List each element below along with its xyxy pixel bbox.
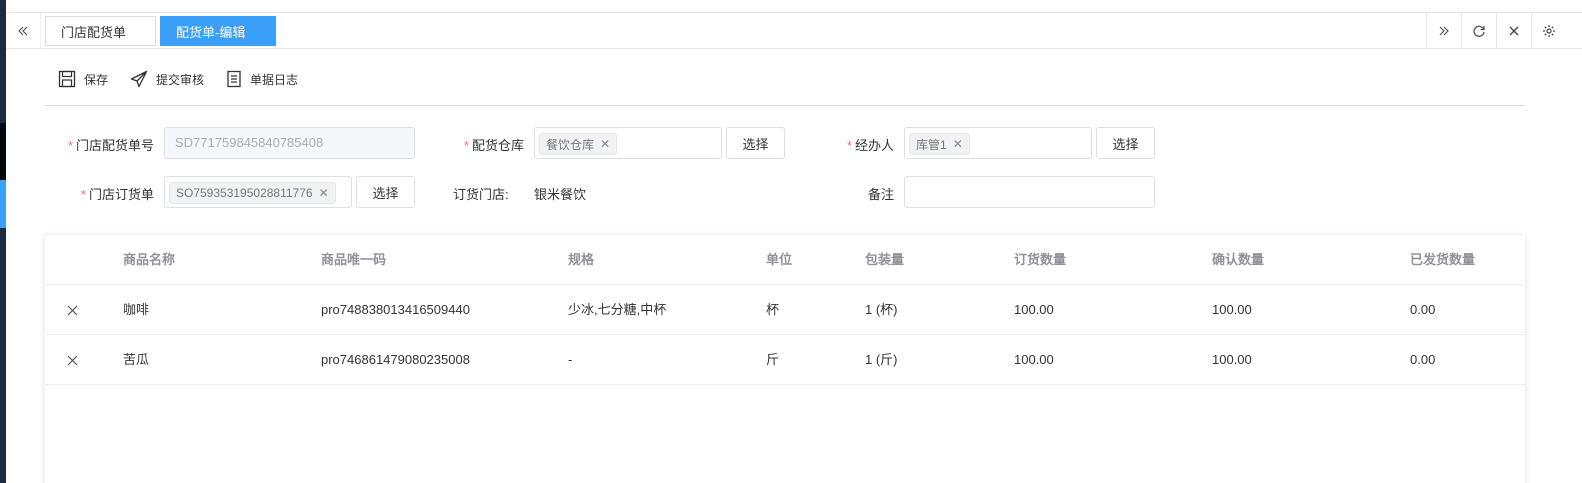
cell-confirm-qty: 100.00 (1212, 352, 1252, 367)
handler-tag-text: 库管1 (916, 137, 947, 152)
gear-icon (1543, 25, 1555, 37)
store-order-select-button[interactable]: 选择 (356, 176, 415, 208)
tab-bar: 门店配货单 配货单-编辑 (6, 13, 1582, 49)
action-toolbar: 保存 提交审核 单据日志 (58, 68, 320, 90)
remove-tag-icon[interactable]: ✕ (319, 186, 329, 200)
col-header-confirm-qty: 确认数量 (1212, 252, 1265, 267)
save-button[interactable]: 保存 (58, 70, 108, 88)
table-header: 商品名称 商品唯一码 规格 单位 包装量 订货数量 确认数量 已发货数量 (45, 235, 1525, 285)
remove-tag-icon[interactable]: ✕ (600, 137, 610, 151)
document-log-button[interactable]: 单据日志 (226, 70, 298, 88)
delete-row-button[interactable] (64, 302, 80, 318)
col-header-unit: 单位 (766, 252, 793, 267)
settings-button[interactable] (1531, 13, 1566, 49)
order-store-label: 订货门店: (453, 187, 509, 202)
table-row: 苦瓜 pro746861479080235008 - 斤 1 (斤) 100.0… (45, 335, 1525, 385)
cell-order-qty: 100.00 (1014, 302, 1054, 317)
cell-name: 咖啡 (123, 302, 150, 317)
document-icon (227, 70, 241, 88)
cell-order-qty: 100.00 (1014, 352, 1054, 367)
scroll-tabs-right-button[interactable] (1426, 13, 1461, 49)
order-store-value: 银米餐饮 (534, 187, 587, 202)
cell-code: pro746861479080235008 (321, 352, 470, 367)
warehouse-select-button[interactable]: 选择 (726, 127, 785, 159)
double-chevron-left-icon (18, 26, 28, 36)
cell-package: 1 (斤) (865, 352, 898, 367)
col-header-name: 商品名称 (123, 252, 176, 267)
store-order-field[interactable]: SO759353195028811776 ✕ (164, 176, 352, 208)
cell-unit: 杯 (766, 302, 780, 317)
handler-label-text: 经办人 (854, 138, 894, 153)
cell-spec: 少冰,七分糖,中杯 (568, 302, 667, 317)
submit-review-label: 提交审核 (156, 72, 205, 87)
remove-tag-icon[interactable]: ✕ (953, 137, 963, 151)
remark-label: 备注 (867, 187, 894, 202)
delete-row-button[interactable] (64, 352, 80, 368)
save-label: 保存 (84, 72, 109, 87)
cell-code: pro748838013416509440 (321, 302, 470, 317)
warehouse-label: * 配货仓库 (463, 138, 524, 153)
close-icon (67, 305, 77, 315)
goods-table: 商品名称 商品唯一码 规格 单位 包装量 订货数量 确认数量 已发货数量 咖啡 … (45, 235, 1525, 483)
warehouse-tag: 餐饮仓库 ✕ (539, 133, 618, 155)
sidebar-dark-segment (0, 123, 6, 180)
cell-package: 1 (杯) (865, 302, 898, 317)
store-order-label: * 门店订货单 (80, 187, 154, 202)
save-icon (58, 70, 76, 88)
col-header-order-qty: 订货数量 (1014, 252, 1067, 267)
col-header-code: 商品唯一码 (321, 252, 387, 267)
refresh-button[interactable] (1461, 13, 1496, 49)
double-chevron-right-icon (1439, 26, 1449, 36)
document-log-label: 单据日志 (250, 72, 299, 87)
close-icon (1509, 26, 1519, 36)
warehouse-label-text: 配货仓库 (471, 138, 524, 153)
warehouse-tag-text: 餐饮仓库 (546, 137, 595, 152)
cell-name: 苦瓜 (123, 352, 150, 367)
sidebar-strip (0, 0, 6, 483)
handler-select-button[interactable]: 选择 (1096, 127, 1155, 159)
cell-spec: - (568, 352, 573, 367)
cell-confirm-qty: 100.00 (1212, 302, 1252, 317)
order-no-label: * 门店配货单号 (67, 138, 154, 153)
col-header-shipped-qty: 已发货数量 (1410, 252, 1476, 267)
cell-shipped-qty: 0.00 (1410, 302, 1436, 317)
store-order-label-text: 门店订货单 (88, 187, 154, 202)
toolbar-divider (45, 105, 1525, 106)
sidebar-active-indicator (0, 180, 6, 228)
warehouse-field[interactable]: 餐饮仓库 ✕ (534, 127, 722, 159)
cell-shipped-qty: 0.00 (1410, 352, 1436, 367)
table-row: 咖啡 pro748838013416509440 少冰,七分糖,中杯 杯 1 (… (45, 285, 1525, 335)
close-icon (67, 355, 77, 365)
submit-review-button[interactable]: 提交审核 (130, 70, 204, 88)
remark-input[interactable] (904, 176, 1155, 208)
cell-unit: 斤 (766, 352, 780, 367)
col-header-spec: 规格 (568, 252, 595, 267)
order-no-field: SD771759845840785408 (164, 127, 415, 159)
close-tab-button[interactable] (1496, 13, 1531, 49)
handler-tag: 库管1 ✕ (909, 133, 970, 155)
refresh-icon (1473, 25, 1485, 37)
tab-store-distribution[interactable]: 门店配货单 (45, 16, 156, 46)
col-header-package: 包装量 (865, 252, 905, 267)
send-icon (130, 70, 148, 88)
scroll-tabs-left-button[interactable] (6, 13, 41, 49)
store-order-tag: SO759353195028811776 ✕ (169, 182, 336, 204)
tab-distribution-edit[interactable]: 配货单-编辑 (160, 16, 276, 46)
handler-label: * 经办人 (846, 138, 894, 153)
handler-field[interactable]: 库管1 ✕ (904, 127, 1092, 159)
store-order-tag-text: SO759353195028811776 (176, 186, 313, 200)
order-no-label-text: 门店配货单号 (75, 138, 154, 153)
